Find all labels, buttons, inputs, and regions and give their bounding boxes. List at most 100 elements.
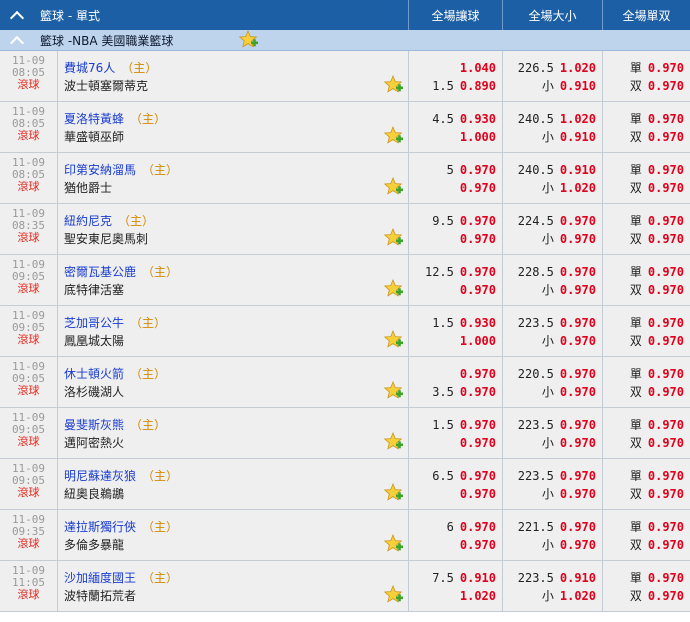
handicap-odds[interactable]: 0.890 <box>460 79 496 93</box>
over-under-odds[interactable]: 0.970 <box>560 367 596 381</box>
handicap-odds[interactable]: 0.930 <box>460 112 496 126</box>
odd-even-odds[interactable]: 0.970 <box>648 469 684 483</box>
teams-cell: 夏洛特黃蜂 （主） 華盛頓巫師 <box>58 102 409 152</box>
over-under-odds[interactable]: 1.020 <box>560 181 596 195</box>
star-plus-icon[interactable] <box>384 330 404 350</box>
handicap-odds[interactable]: 0.970 <box>460 418 496 432</box>
over-under-line: 小 0.970 <box>503 332 596 350</box>
odd-even-odds[interactable]: 0.970 <box>648 367 684 381</box>
star-plus-icon[interactable] <box>384 126 404 146</box>
handicap-odds[interactable]: 0.970 <box>460 265 496 279</box>
odd-even-line: 單 0.970 <box>603 518 684 536</box>
over-under-odds[interactable]: 0.910 <box>560 130 596 144</box>
odd-even-label: 双 <box>629 589 642 603</box>
over-under-line: 221.5 0.970 <box>503 518 596 536</box>
over-under-odds[interactable]: 1.020 <box>560 589 596 603</box>
handicap-label: 6 <box>446 520 454 534</box>
team-line: 波特蘭拓荒者 <box>64 587 408 605</box>
handicap-odds[interactable]: 0.970 <box>460 436 496 450</box>
odd-even-odds[interactable]: 0.970 <box>648 520 684 534</box>
star-plus-icon[interactable] <box>384 228 404 248</box>
odd-even-odds[interactable]: 0.970 <box>648 538 684 552</box>
over-under-odds[interactable]: 0.970 <box>560 436 596 450</box>
match-time-cell: 11-09 09:05 滾球 <box>0 459 58 509</box>
over-under-odds[interactable]: 0.970 <box>560 487 596 501</box>
star-plus-icon[interactable] <box>384 177 404 197</box>
odd-even-odds[interactable]: 0.970 <box>648 589 684 603</box>
handicap-line: 1.5 0.890 <box>409 77 496 95</box>
over-under-odds[interactable]: 0.970 <box>560 385 596 399</box>
over-under-odds[interactable]: 0.970 <box>560 265 596 279</box>
over-under-odds[interactable]: 1.020 <box>560 112 596 126</box>
handicap-odds[interactable]: 0.970 <box>460 232 496 246</box>
over-under-line: 226.5 1.020 <box>503 59 596 77</box>
odd-even-odds[interactable]: 0.970 <box>648 283 684 297</box>
handicap-odds[interactable]: 0.970 <box>460 181 496 195</box>
over-under-odds[interactable]: 0.910 <box>560 79 596 93</box>
handicap-odds[interactable]: 0.970 <box>460 214 496 228</box>
star-plus-icon[interactable] <box>384 483 404 503</box>
handicap-odds[interactable]: 1.000 <box>460 130 496 144</box>
odd-even-odds[interactable]: 0.970 <box>648 214 684 228</box>
odd-even-odds[interactable]: 0.970 <box>648 181 684 195</box>
odd-even-odds[interactable]: 0.970 <box>648 385 684 399</box>
over-under-odds[interactable]: 0.910 <box>560 571 596 585</box>
odd-even-odds[interactable]: 0.970 <box>648 316 684 330</box>
chevron-up-icon[interactable] <box>9 10 25 25</box>
live-badge: 滾球 <box>17 129 40 142</box>
over-under-odds[interactable]: 0.910 <box>560 163 596 177</box>
handicap-odds[interactable]: 0.930 <box>460 316 496 330</box>
match-row: 11-09 09:05 滾球 休士頓火箭 （主） 洛杉磯湖人 0.970 3.5 0.970 2… <box>0 357 690 408</box>
over-under-odds[interactable]: 0.970 <box>560 316 596 330</box>
odd-even-odds[interactable]: 0.970 <box>648 112 684 126</box>
over-under-odds[interactable]: 0.970 <box>560 232 596 246</box>
handicap-odds[interactable]: 0.970 <box>460 538 496 552</box>
star-plus-icon[interactable] <box>384 381 404 401</box>
handicap-odds[interactable]: 0.970 <box>460 367 496 381</box>
handicap-odds[interactable]: 1.000 <box>460 334 496 348</box>
star-plus-icon[interactable] <box>384 75 404 95</box>
team-line: 費城76人 （主） <box>64 59 408 77</box>
over-under-odds[interactable]: 1.020 <box>560 61 596 75</box>
handicap-odds[interactable]: 0.910 <box>460 571 496 585</box>
handicap-line: 1.5 0.930 <box>409 314 496 332</box>
odd-even-odds[interactable]: 0.970 <box>648 487 684 501</box>
over-under-odds[interactable]: 0.970 <box>560 418 596 432</box>
odd-even-odds[interactable]: 0.970 <box>648 130 684 144</box>
over-under-line: 小 0.970 <box>503 230 596 248</box>
odd-even-odds[interactable]: 0.970 <box>648 61 684 75</box>
handicap-line: 0.970 <box>409 281 496 299</box>
handicap-odds[interactable]: 1.020 <box>460 589 496 603</box>
odd-even-odds[interactable]: 0.970 <box>648 571 684 585</box>
handicap-line: 6 0.970 <box>409 518 496 536</box>
odd-even-odds[interactable]: 0.970 <box>648 265 684 279</box>
odd-even-odds[interactable]: 0.970 <box>648 418 684 432</box>
odd-even-odds[interactable]: 0.970 <box>648 79 684 93</box>
over-under-odds[interactable]: 0.970 <box>560 520 596 534</box>
star-plus-icon[interactable] <box>384 585 404 605</box>
handicap-odds[interactable]: 0.970 <box>460 163 496 177</box>
over-under-odds[interactable]: 0.970 <box>560 469 596 483</box>
over-under-odds[interactable]: 0.970 <box>560 214 596 228</box>
chevron-up-icon[interactable] <box>9 35 25 50</box>
star-plus-icon[interactable] <box>384 534 404 554</box>
odd-even-odds[interactable]: 0.970 <box>648 436 684 450</box>
odd-even-odds[interactable]: 0.970 <box>648 334 684 348</box>
handicap-cell: 5 0.970 0.970 <box>409 153 503 203</box>
over-under-odds[interactable]: 0.970 <box>560 283 596 297</box>
league-favorite-button[interactable] <box>239 30 259 50</box>
star-plus-icon[interactable] <box>384 432 404 452</box>
over-under-odds[interactable]: 0.970 <box>560 334 596 348</box>
odd-even-odds[interactable]: 0.970 <box>648 232 684 246</box>
handicap-odds[interactable]: 0.970 <box>460 283 496 297</box>
handicap-odds[interactable]: 0.970 <box>460 520 496 534</box>
handicap-odds[interactable]: 0.970 <box>460 487 496 501</box>
handicap-odds[interactable]: 0.970 <box>460 385 496 399</box>
odd-even-odds[interactable]: 0.970 <box>648 163 684 177</box>
over-under-odds[interactable]: 0.970 <box>560 538 596 552</box>
odd-even-line: 單 0.970 <box>603 467 684 485</box>
star-plus-icon[interactable] <box>384 279 404 299</box>
league-name: 籃球 -NBA 美國職業籃球 <box>40 33 174 48</box>
handicap-odds[interactable]: 1.040 <box>460 61 496 75</box>
handicap-odds[interactable]: 0.970 <box>460 469 496 483</box>
